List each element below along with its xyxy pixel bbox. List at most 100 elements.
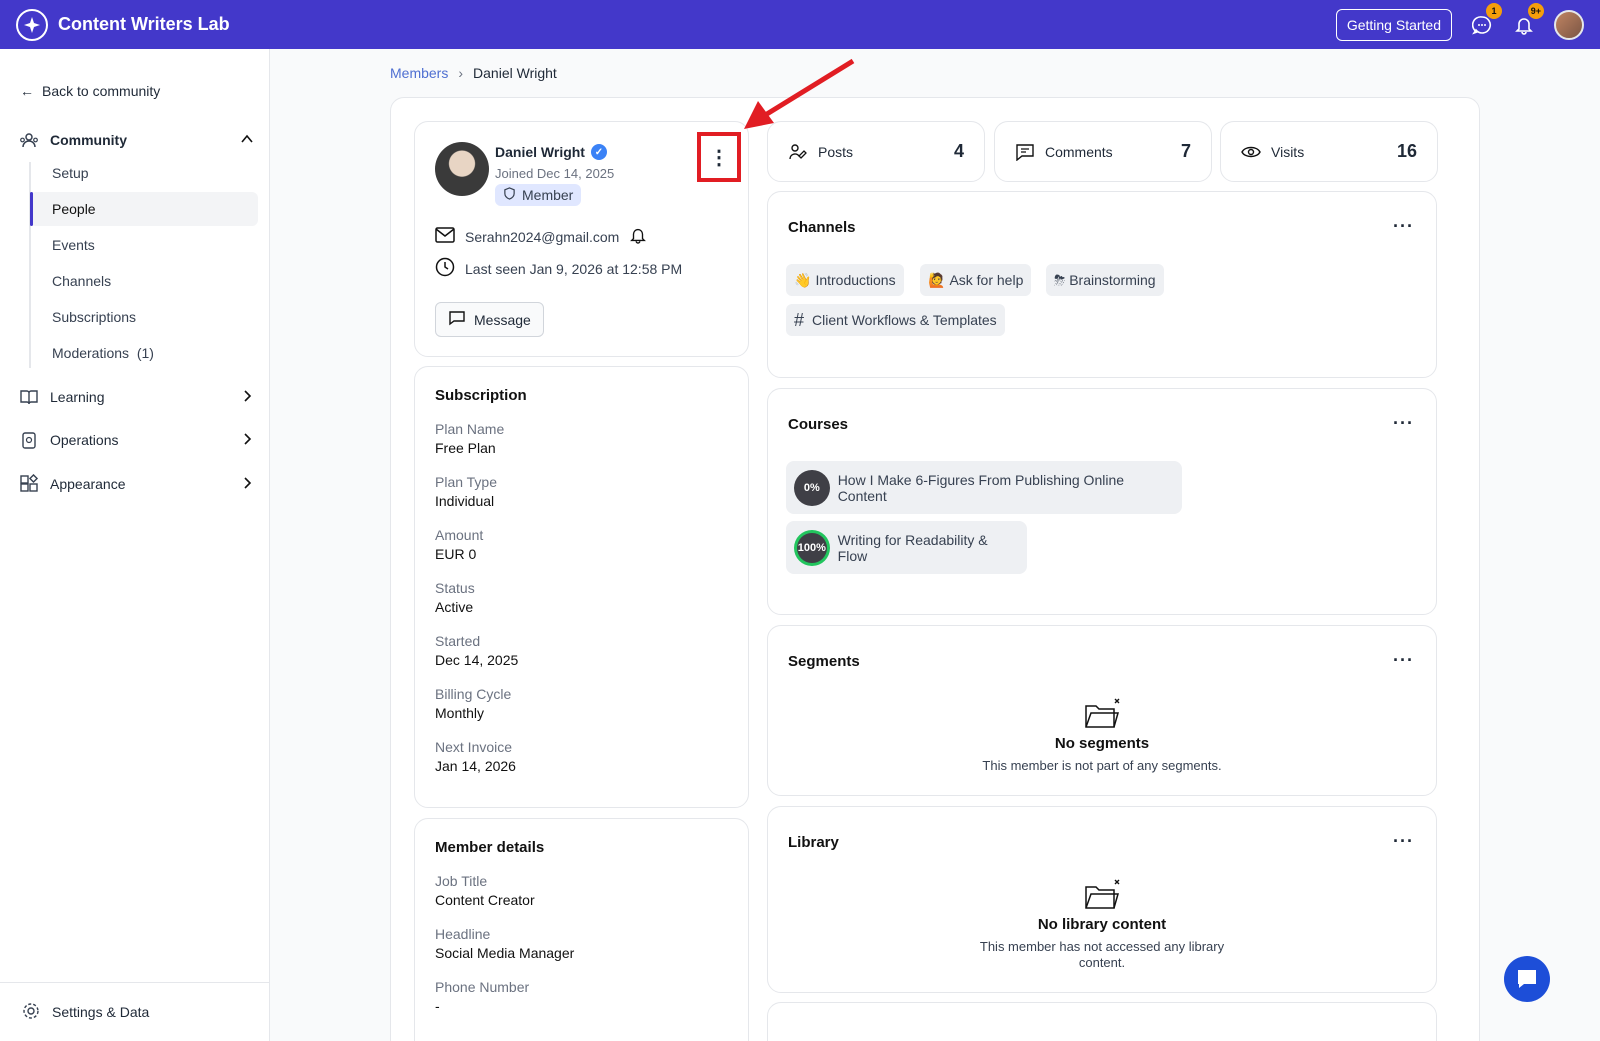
comment-icon <box>1015 143 1035 161</box>
chat-support-button[interactable] <box>1504 956 1550 1002</box>
more-options-button[interactable]: ⋮ <box>697 132 741 182</box>
nav-appearance-label: Appearance <box>50 476 126 492</box>
member-details-title: Member details <box>435 839 545 856</box>
breadcrumb-current: Daniel Wright <box>473 65 557 81</box>
stat-value: 4 <box>953 141 964 161</box>
course-title: How I Make 6-Figures From Publishing Onl… <box>837 471 1125 504</box>
channel-label: Ask for help <box>949 272 1024 288</box>
nav-learning-label: Learning <box>50 389 105 405</box>
chevron-right-icon <box>240 389 254 406</box>
member-email: Serahn2024@gmail.com <box>465 228 620 245</box>
hash-icon: # <box>794 309 805 330</box>
chevron-right-icon <box>240 432 254 449</box>
channel-chip[interactable]: # Client Workflows & Templates <box>786 304 1005 336</box>
more-options-icon[interactable]: ··· <box>1393 650 1414 671</box>
sidebar-item-label: Moderations <box>52 345 130 361</box>
nav-operations-label: Operations <box>50 432 119 448</box>
channel-chip[interactable]: 🙋 Ask for help <box>920 264 1032 296</box>
chevron-right-icon <box>240 476 254 493</box>
library-card: Library ··· No library content This memb… <box>767 806 1437 993</box>
library-title: Library <box>788 834 839 851</box>
field-value: Content Creator <box>435 892 535 908</box>
logo-icon[interactable] <box>16 8 48 41</box>
sidebar-item-events[interactable]: Events <box>30 228 258 262</box>
message-label: Message <box>474 311 531 328</box>
nav-community[interactable]: Community <box>18 129 254 151</box>
field-label: Headline <box>435 926 491 942</box>
sidebar-item-subscriptions[interactable]: Subscriptions <box>30 300 258 334</box>
sidebar-item-people[interactable]: People <box>30 192 258 226</box>
field-label: Status <box>435 580 475 596</box>
notification-badge: 9+ <box>1527 2 1544 19</box>
more-options-icon[interactable]: ··· <box>1393 413 1414 434</box>
sidebar-item-label: Channels <box>52 273 112 289</box>
stat-comments: Comments 7 <box>994 121 1212 182</box>
moderations-count: (1) <box>136 345 154 361</box>
channel-emoji: 🙋 <box>928 271 946 288</box>
field-value: EUR 0 <box>435 546 477 562</box>
chat-bubble-icon <box>1518 970 1536 988</box>
field-value: Monthly <box>435 705 485 721</box>
email-row: Serahn2024@gmail.com <box>435 226 647 247</box>
field-label: Billing Cycle <box>435 686 512 702</box>
sidebar-item-label: Setup <box>52 165 89 181</box>
member-name-row: Daniel Wright ✓ <box>495 144 607 160</box>
nav-appearance[interactable]: Appearance <box>18 473 254 495</box>
user-avatar[interactable] <box>1554 9 1584 40</box>
settings-label: Settings & Data <box>52 1004 150 1020</box>
arrow-left-icon: ← <box>20 83 34 99</box>
sidebar-item-label: People <box>52 201 96 217</box>
member-panel: Daniel Wright ✓ Joined Dec 14, 2025 Memb… <box>390 97 1480 1041</box>
breadcrumb: Members › Daniel Wright <box>390 65 557 81</box>
subscription-card: Subscription Plan Name Free Plan Plan Ty… <box>414 366 749 808</box>
field-value: Individual <box>435 493 495 509</box>
subscription-title: Subscription <box>435 387 527 404</box>
nav-learning[interactable]: Learning <box>18 386 254 408</box>
sidebar-item-moderations[interactable]: Moderations (1) <box>30 336 258 370</box>
channel-label: Client Workflows & Templates <box>812 312 997 328</box>
field-value: Jan 14, 2026 <box>435 758 516 774</box>
course-progress: 0% <box>794 469 830 506</box>
channel-chip[interactable]: ⛈ Brainstorming <box>1046 264 1164 296</box>
more-options-icon[interactable]: ··· <box>1393 831 1414 852</box>
settings-data-link[interactable]: Settings & Data <box>0 982 270 1041</box>
notifications-button[interactable]: 9+ <box>1512 2 1544 37</box>
bell-icon[interactable] <box>629 226 647 247</box>
app-name[interactable]: Content Writers Lab <box>58 14 230 35</box>
field-value: Active <box>435 599 474 615</box>
main-content: Members › Daniel Wright Daniel Wright ✓ … <box>270 49 1600 1041</box>
getting-started-button[interactable]: Getting Started <box>1335 8 1452 41</box>
chevron-right-icon: › <box>458 65 464 81</box>
mail-icon <box>435 227 455 246</box>
community-label: Community <box>50 132 127 148</box>
kebab-icon: ⋮ <box>709 146 729 169</box>
last-seen: Last seen Jan 9, 2026 at 12:58 PM <box>465 260 683 277</box>
course-item[interactable]: 100% Writing for Readability & Flow <box>786 521 1027 574</box>
course-item[interactable]: 0% How I Make 6-Figures From Publishing … <box>786 461 1182 514</box>
courses-card: Courses ··· 0% How I Make 6-Figures From… <box>767 388 1437 615</box>
sidebar-item-setup[interactable]: Setup <box>30 156 258 190</box>
more-options-icon[interactable]: ··· <box>1393 216 1414 237</box>
clipboard-icon <box>18 429 40 451</box>
next-card <box>767 1002 1437 1041</box>
verified-icon: ✓ <box>590 144 607 160</box>
stat-label: Comments <box>1045 143 1113 160</box>
layout-icon <box>18 473 40 495</box>
channel-chip[interactable]: 👋 Introductions <box>786 264 904 296</box>
back-to-community-link[interactable]: ← Back to community <box>20 83 160 99</box>
clock-icon <box>435 257 455 280</box>
course-progress: 100% <box>794 529 830 566</box>
sidebar-item-label: Subscriptions <box>52 309 137 325</box>
message-button[interactable]: Message <box>435 302 544 337</box>
book-icon <box>18 386 40 408</box>
shield-icon <box>503 187 516 203</box>
community-icon <box>18 129 40 151</box>
member-avatar <box>435 142 489 196</box>
empty-folder-icon <box>768 877 1436 916</box>
chat-button[interactable]: 1 <box>1470 2 1502 37</box>
breadcrumb-members-link[interactable]: Members <box>390 65 448 81</box>
nav-operations[interactable]: Operations <box>18 429 254 451</box>
field-label: Started <box>435 633 481 649</box>
empty-description: This member has not accessed any library… <box>979 939 1225 970</box>
sidebar-item-channels[interactable]: Channels <box>30 264 258 298</box>
